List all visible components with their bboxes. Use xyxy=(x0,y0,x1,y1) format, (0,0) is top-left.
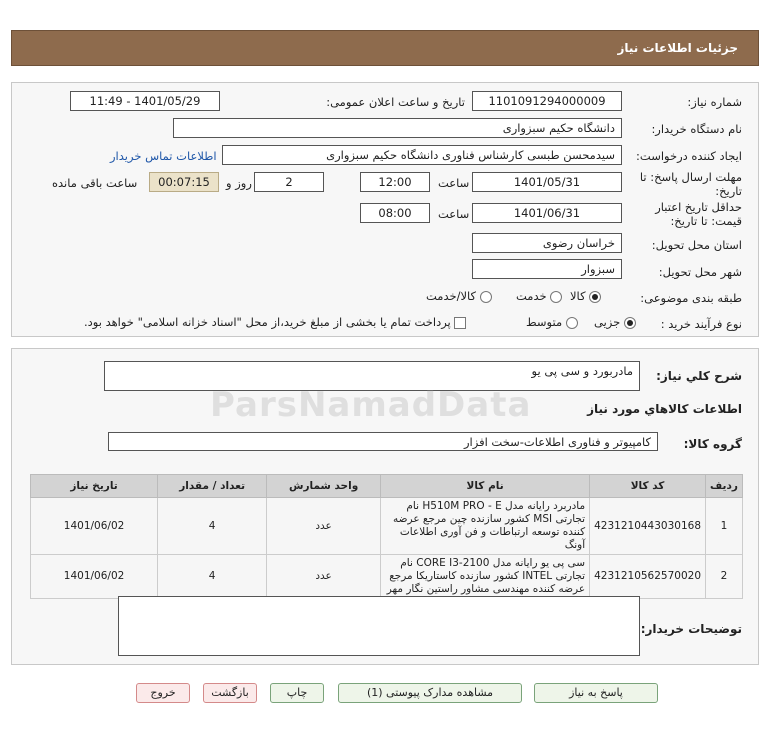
days-field[interactable]: 2 xyxy=(254,172,324,192)
buyer-org-label: نام دستگاه خریدار: xyxy=(651,122,742,136)
watermark: ParsNamadData xyxy=(210,385,532,425)
goods-qty: 4 xyxy=(157,554,268,599)
requester-label: ایجاد کننده درخواست: xyxy=(636,149,742,163)
category-service-label: خدمت xyxy=(516,289,547,303)
validity-time-label: ساعت xyxy=(438,207,470,221)
remaining-label: ساعت باقی مانده xyxy=(52,176,138,190)
city-field[interactable]: سبزوار xyxy=(472,259,622,279)
table-row[interactable]: 1 4231210443030168 مادربرد رایانه مدل H5… xyxy=(29,497,743,555)
radio-selected-icon xyxy=(589,291,602,303)
goods-group-field: کامپیوتر و فناوری اطلاعات-سخت افزار xyxy=(108,432,658,451)
goods-date: 1401/06/02 xyxy=(29,554,159,599)
print-button[interactable]: چاپ xyxy=(270,683,324,703)
reply-time-field[interactable]: 12:00 xyxy=(360,172,430,192)
radio-unselected-icon xyxy=(479,291,492,303)
province-field[interactable]: خراسان رضوی xyxy=(472,233,622,253)
goods-table-header: ردیف کد کالا نام کالا واحد شمارش تعداد /… xyxy=(29,474,743,498)
validity-time-field[interactable]: 08:00 xyxy=(360,203,430,223)
row-number: 2 xyxy=(705,554,743,599)
validity-label: حداقل تاریخ اعتبار xyxy=(655,200,742,214)
category-goods-label: کالا xyxy=(570,289,586,303)
buyer-contact-link[interactable]: اطلاعات تماس خریدار xyxy=(110,149,217,163)
reply-to-need-button[interactable]: پاسخ به نیاز xyxy=(534,683,658,703)
goods-group-label: گروه کالا: xyxy=(683,437,742,451)
exit-button[interactable]: خروج xyxy=(136,683,190,703)
goods-code: 4231210443030168 xyxy=(589,497,706,555)
goods-date: 1401/06/02 xyxy=(29,497,159,555)
buyer-notes-label: توضیحات خریدار: xyxy=(640,622,742,636)
goods-code: 4231210562570020 xyxy=(589,554,706,599)
remaining-time-field: 00:07:15 xyxy=(149,172,219,192)
need-number-field[interactable]: 1101091294000009 xyxy=(472,91,622,111)
category-radio-goods[interactable]: کالا xyxy=(570,289,602,303)
radio-selected-icon xyxy=(623,317,636,329)
category-radio-goods-service[interactable]: کالا/خدمت xyxy=(426,289,492,303)
days-label: روز و xyxy=(226,176,252,190)
treasury-payment-note: پرداخت تمام یا بخشی از مبلغ خرید،از محل … xyxy=(84,315,451,329)
col-name: نام کالا xyxy=(380,474,591,498)
announce-field[interactable]: 1401/05/29 - 11:49 xyxy=(70,91,220,111)
category-goods-service-label: کالا/خدمت xyxy=(426,289,477,303)
buyer-org-field[interactable]: دانشگاه حکیم سبزواری xyxy=(173,118,622,138)
goods-name: مادربرد رایانه مدل H510M PRO - E نام تجا… xyxy=(380,497,591,555)
province-label: استان محل تحویل: xyxy=(651,238,742,252)
radio-unselected-icon xyxy=(565,317,578,329)
need-summary-label: شرح کلي نياز: xyxy=(656,369,742,383)
goods-info-title: اطلاعات کالاهاي مورد نياز xyxy=(587,402,742,416)
goods-unit: عدد xyxy=(266,497,382,555)
validity-label-date: قیمت: تا تاریخ: xyxy=(670,214,742,228)
table-row[interactable]: 2 4231210562570020 سی پی یو رایانه مدل C… xyxy=(29,554,743,599)
reply-date-field[interactable]: 1401/05/31 xyxy=(472,172,622,192)
col-row: ردیف xyxy=(705,474,743,498)
treasury-payment-option[interactable]: پرداخت تمام یا بخشی از مبلغ خرید،از محل … xyxy=(84,315,467,329)
category-radio-service[interactable]: خدمت xyxy=(516,289,563,303)
reply-time-label: ساعت xyxy=(438,176,470,190)
goods-qty: 4 xyxy=(157,497,268,555)
city-label: شهر محل تحویل: xyxy=(658,265,742,279)
goods-unit: عدد xyxy=(266,554,382,599)
purchase-type-label: نوع فرآیند خرید : xyxy=(660,317,742,331)
buyer-notes-field[interactable] xyxy=(118,596,640,656)
page-header: جزئیات اطلاعات نیاز xyxy=(11,30,759,66)
purchase-radio-medium[interactable]: متوسط xyxy=(526,315,578,329)
col-date: تاریخ نیاز xyxy=(29,474,159,498)
need-number-label: شماره نیاز: xyxy=(687,95,742,109)
page-title: جزئیات اطلاعات نیاز xyxy=(617,41,738,55)
goods-name: سی پی یو رایانه مدل CORE I3-2100 نام تجا… xyxy=(380,554,591,599)
validity-date-field[interactable]: 1401/06/31 xyxy=(472,203,622,223)
col-unit: واحد شمارش xyxy=(266,474,382,498)
col-code: کد کالا xyxy=(589,474,706,498)
announce-label: تاریخ و ساعت اعلان عمومی: xyxy=(326,95,465,109)
category-label: طبقه بندی موضوعی: xyxy=(640,291,742,305)
requester-field[interactable]: سیدمحسن طبسی کارشناس فناوری دانشگاه حکیم… xyxy=(222,145,622,165)
checkbox-icon xyxy=(454,317,467,329)
back-button[interactable]: بازگشت xyxy=(203,683,257,703)
col-qty: تعداد / مقدار xyxy=(157,474,268,498)
purchase-radio-partial[interactable]: جزیی xyxy=(594,315,636,329)
purchase-medium-label: متوسط xyxy=(526,315,563,329)
reply-deadline-label: مهلت ارسال پاسخ: تا xyxy=(639,170,742,184)
goods-table: ردیف کد کالا نام کالا واحد شمارش تعداد /… xyxy=(29,474,743,599)
row-number: 1 xyxy=(705,497,743,555)
radio-unselected-icon xyxy=(550,291,563,303)
reply-deadline-label-date: تاریخ: xyxy=(715,184,742,198)
purchase-partial-label: جزیی xyxy=(594,315,621,329)
view-attachments-button[interactable]: مشاهده مدارک پیوستی (1) xyxy=(338,683,522,703)
